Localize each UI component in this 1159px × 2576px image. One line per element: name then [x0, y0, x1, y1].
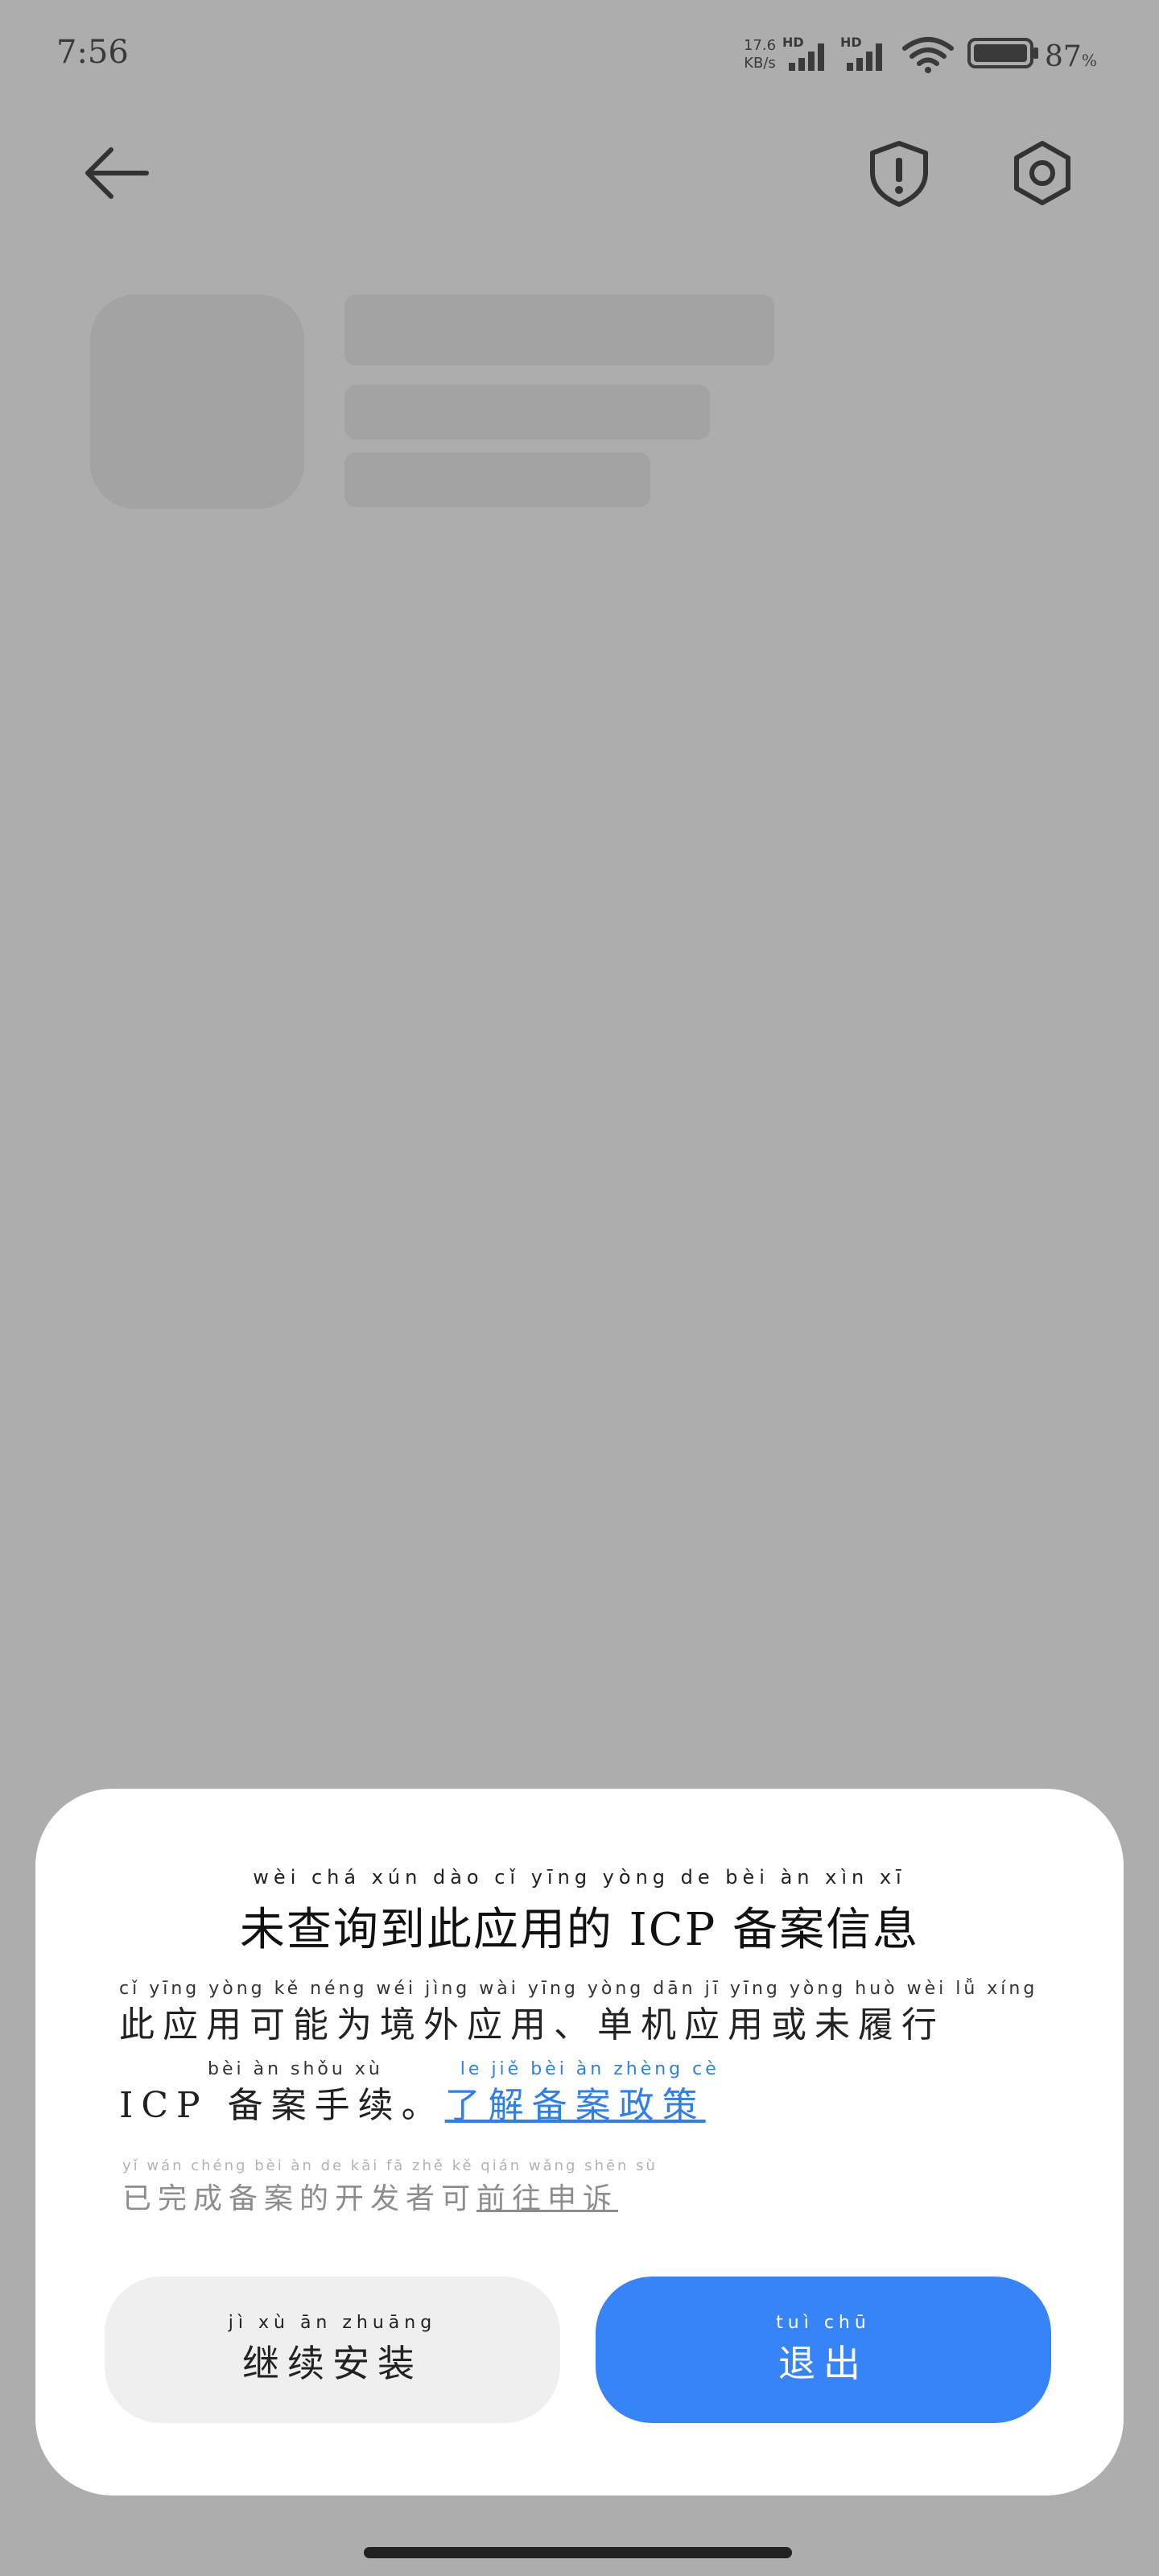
back-arrow-icon[interactable] [80, 137, 153, 209]
exit-label: 退出 [778, 2341, 868, 2385]
network-speed: 17.6 KB/s [739, 37, 781, 72]
exit-button[interactable]: tuì chū 退出 [596, 2277, 1051, 2423]
battery-percentage: 87% [1045, 40, 1097, 73]
learn-policy-link[interactable]: 了解备案政策 [445, 2085, 706, 2126]
status-bar: 7:56 17.6 KB/s HD HD 87% [0, 0, 1159, 113]
appeal-link[interactable]: 前往申诉 [476, 2182, 618, 2215]
home-indicator[interactable] [364, 2547, 792, 2558]
wifi-icon [902, 37, 954, 73]
icp-warning-dialog: wèi chá xún dào cǐ yīng yòng de bèi àn x… [35, 1789, 1124, 2496]
shield-alert-icon[interactable] [863, 137, 935, 209]
app-name-placeholder [344, 295, 774, 365]
dialog-title-pinyin: wèi chá xún dào cǐ yīng yòng de bèi àn x… [253, 1866, 906, 1889]
appeal-pinyin: yǐ wán chéng bèi àn de kāi fā zhě kě qiá… [122, 2157, 658, 2174]
exit-pinyin: tuì chū [776, 2312, 871, 2333]
dialog-message: cǐ yīng yòng kě néng wéi jìng wài yīng y… [119, 1979, 1085, 2140]
dialog-title: wèi chá xún dào cǐ yīng yòng de bèi àn x… [35, 1866, 1124, 1959]
network-speed-unit: KB/s [744, 55, 776, 72]
continue-install-pinyin: jì xù ān zhuāng [228, 2312, 437, 2333]
app-info-placeholder [344, 452, 650, 507]
network-type-label: HD [782, 35, 804, 50]
message-line2-text: ICP 备案手续。 [119, 2085, 445, 2126]
app-info-placeholder [344, 385, 710, 440]
battery-percent-value: 87 [1045, 40, 1082, 73]
status-time: 7:56 [56, 34, 129, 71]
message-line1: 此应用可能为境外应用、单机应用或未履行 [119, 2004, 945, 2046]
continue-install-label: 继续安装 [242, 2341, 423, 2385]
network-type-label: HD [840, 35, 862, 50]
network-speed-value: 17.6 [743, 37, 777, 54]
signal-icon: HD [782, 35, 824, 71]
message-line2: ICP 备案手续。了解备案政策 [119, 2072, 1085, 2140]
signal-icon: HD [840, 35, 882, 71]
gear-icon[interactable] [1006, 137, 1079, 209]
continue-install-button[interactable]: jì xù ān zhuāng 继续安装 [105, 2277, 560, 2423]
dialog-title-text: 未查询到此应用的 ICP 备案信息 [239, 1904, 920, 1956]
appeal-text: 已完成备案的开发者可 [122, 2182, 477, 2215]
battery-icon [967, 38, 1038, 68]
battery-percent-unit: % [1081, 51, 1097, 70]
appeal-note: yǐ wán chéng bèi àn de kāi fā zhě kě qiá… [122, 2157, 766, 2217]
app-icon-placeholder [90, 295, 304, 509]
